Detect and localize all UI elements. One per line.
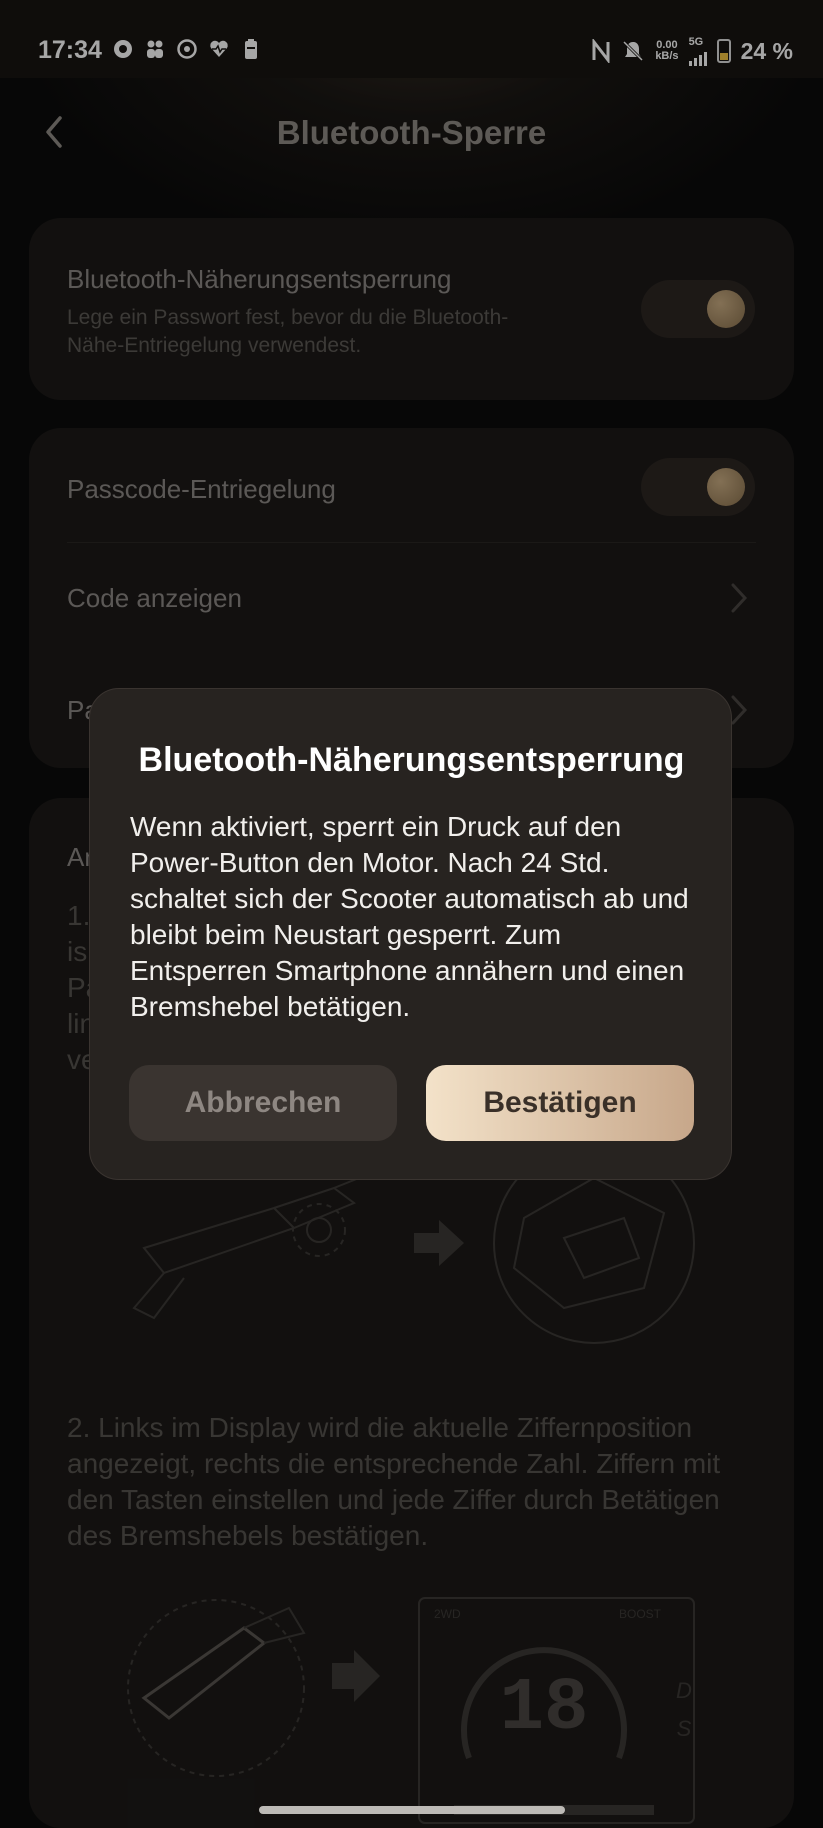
screen: 17:34 0.00 kB/s 5G 24 % Bluetooth-Sperre… [0, 0, 823, 1828]
confirm-dialog: Bluetooth-Näherungsentsperrung Wenn akti… [89, 688, 732, 1180]
confirm-button[interactable]: Bestätigen [426, 1065, 694, 1141]
dialog-body: Wenn aktiviert, sperrt ein Druck auf den… [130, 811, 689, 1022]
cancel-button[interactable]: Abbrechen [129, 1065, 397, 1141]
dialog-title: Bluetooth-Näherungsentsperrung [138, 741, 685, 779]
home-indicator[interactable] [259, 1806, 565, 1814]
